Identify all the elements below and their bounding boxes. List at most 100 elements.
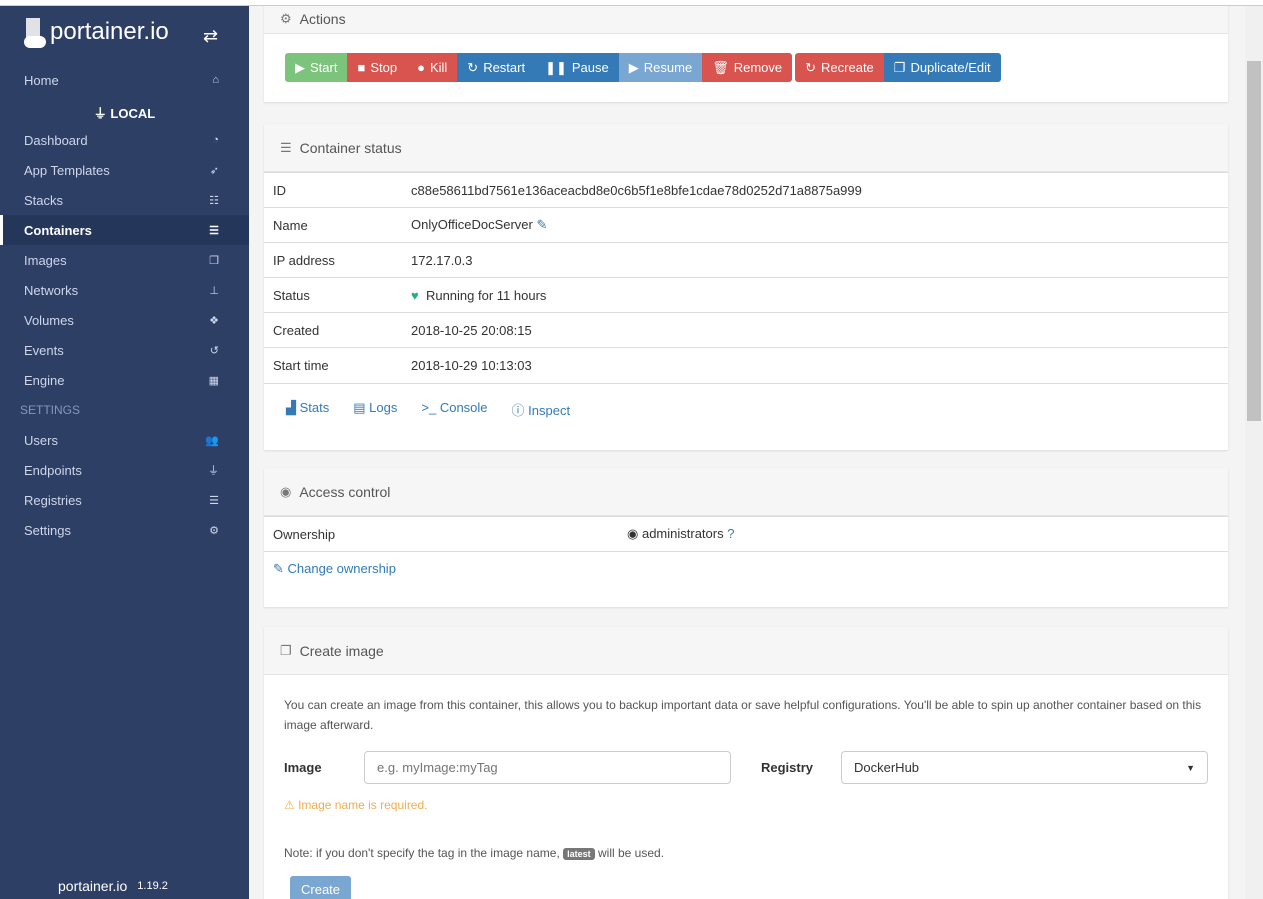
clone-icon: ❐ <box>209 254 219 267</box>
version: 1.19.2 <box>137 880 168 892</box>
edit-name-icon[interactable]: ✎ <box>536 217 547 232</box>
sidebar-item-home[interactable]: Home ⌂ <box>0 65 249 95</box>
key: Created <box>264 312 402 348</box>
kill-button[interactable]: ● Kill <box>407 53 458 82</box>
info-circle-icon: ⓘ <box>511 402 525 418</box>
label: Home <box>24 72 59 88</box>
sidebar-item-containers[interactable]: Containers ☰ <box>0 215 249 245</box>
registry-select[interactable]: DockerHub ▼ <box>841 751 1208 784</box>
start-button[interactable]: ▶ Start <box>285 53 348 82</box>
label: Endpoints <box>24 462 82 478</box>
label: Networks <box>24 282 79 298</box>
label: Inspect <box>528 402 571 418</box>
panel-header: ❐ Create image <box>264 627 1228 675</box>
resume-button[interactable]: ▶ Resume <box>618 53 703 82</box>
value: OnlyOfficeDocServer ✎ <box>402 207 1228 243</box>
database-icon: ☰ <box>209 494 219 507</box>
scrollbar[interactable] <box>1245 6 1263 899</box>
logo-icon <box>24 14 46 50</box>
cubes-icon: ❖ <box>209 314 219 327</box>
note: Note: if you don't specify the tag in th… <box>284 846 1208 860</box>
inspect-link[interactable]: ⓘ Inspect <box>512 400 571 419</box>
note-text: will be used. <box>598 846 665 860</box>
restart-button[interactable]: ↻ Restart <box>457 53 536 82</box>
heartbeat-icon: ♥ <box>411 287 419 303</box>
table-row: ID c88e58611bd7561e136aceacbd8e0c6b5f1e8b… <box>264 172 1228 208</box>
cogs-icon: ⚙ <box>280 11 292 26</box>
image-input[interactable] <box>364 751 731 784</box>
cogs-icon: ⚙ <box>209 524 219 537</box>
create-button[interactable]: Create <box>290 876 352 899</box>
remove-button[interactable]: 🗑 Remove <box>702 53 793 82</box>
sidebar-item-stacks[interactable]: Stacks ☷ <box>0 185 249 215</box>
table-row: Start time 2018-10-29 10:13:03 <box>264 347 1228 383</box>
rocket-icon: ➶ <box>209 164 219 177</box>
actions-panel: ⚙ Actions ▶ Start ■ Stop ● Kill ↻ Restart… <box>264 6 1228 102</box>
value: 2018-10-25 20:08:15 <box>402 312 1228 348</box>
label: Duplicate/Edit <box>910 60 991 75</box>
sidebar-item-endpoints[interactable]: Endpoints ⏚ <box>0 455 249 485</box>
sidebar-item-networks[interactable]: Networks ⊥ <box>0 275 249 305</box>
panel-title: Actions <box>299 11 346 27</box>
panel-header: ☰ Container status <box>264 124 1228 172</box>
label: App Templates <box>24 162 110 178</box>
container-name: OnlyOfficeDocServer <box>411 217 533 232</box>
endpoint-label: LOCAL <box>110 106 156 121</box>
recreate-button[interactable]: ↻ Recreate <box>795 53 884 82</box>
table-row: IP address 172.17.0.3 <box>264 242 1228 278</box>
stats-link[interactable]: ▟ Stats <box>286 400 329 419</box>
help-icon[interactable]: ? <box>727 526 734 541</box>
switch-endpoint-icon[interactable]: ⇄ <box>203 26 218 47</box>
pause-button[interactable]: ❚❚ Pause <box>535 53 619 82</box>
change-ownership-link[interactable]: ✎ Change ownership <box>273 561 396 576</box>
sidebar-item-dashboard[interactable]: Dashboard ◔ <box>0 125 249 155</box>
sidebar-item-users[interactable]: Users 👥 <box>0 425 249 455</box>
users-icon: 👥 <box>205 434 219 447</box>
sidebar-item-settings[interactable]: Settings ⚙ <box>0 515 249 545</box>
label: Restart <box>483 60 526 75</box>
sidebar-item-events[interactable]: Events ↺ <box>0 335 249 365</box>
ownership-value: administrators <box>641 526 724 541</box>
label: Console <box>439 399 488 415</box>
status-text: Running for 11 hours <box>425 287 547 303</box>
caret-down-icon: ▼ <box>1186 762 1195 773</box>
label: Change ownership <box>287 561 396 577</box>
terminal-icon: >_ <box>421 399 437 415</box>
sitemap-icon: ⊥ <box>209 284 219 297</box>
history-icon: ↺ <box>209 344 219 357</box>
label: Stop <box>370 60 398 75</box>
table-row: Ownership ◉ administrators ? <box>264 516 1228 552</box>
th-icon: ▦ <box>208 374 219 387</box>
eye-icon: ◉ <box>280 483 292 499</box>
scrollbar-thumb[interactable] <box>1247 61 1261 421</box>
label: Volumes <box>24 312 74 328</box>
label: Kill <box>429 60 448 75</box>
sidebar-item-images[interactable]: Images ❐ <box>0 245 249 275</box>
panel-title: Container status <box>299 139 402 156</box>
key: ID <box>264 172 402 208</box>
container-status-panel: ☰ Container status ID c88e58611bd7561e136a… <box>264 124 1228 450</box>
label: Events <box>24 342 64 358</box>
console-link[interactable]: >_ Console <box>421 400 487 419</box>
sidebar: portainer.io ⇄ Home ⌂ ⏚ LOCAL Dashboard ◔ … <box>0 6 249 899</box>
sidebar-item-app-templates[interactable]: App Templates ➶ <box>0 155 249 185</box>
latest-badge: latest <box>563 848 595 860</box>
table-row: Status ♥ Running for 11 hours <box>264 277 1228 313</box>
label: Dashboard <box>24 132 88 148</box>
endpoint-name: ⏚ LOCAL <box>93 106 156 121</box>
duplicate-edit-button[interactable]: ❐ Duplicate/Edit <box>883 53 1001 82</box>
value: c88e58611bd7561e136aceacbd8e0c6b5f1e8bfe… <box>402 172 1228 208</box>
portainer-logo[interactable]: portainer.io <box>24 14 169 50</box>
sidebar-item-registries[interactable]: Registries ☰ <box>0 485 249 515</box>
eye-icon: ◉ <box>627 526 639 541</box>
stop-button[interactable]: ■ Stop <box>347 53 408 82</box>
create-image-panel: ❐ Create image You can create an image fr… <box>264 627 1228 899</box>
sidebar-item-engine[interactable]: Engine ▦ <box>0 365 249 395</box>
label: Settings <box>24 522 71 538</box>
label: Logs <box>369 399 398 415</box>
th-list-icon: ☷ <box>209 194 219 207</box>
status-table: ID c88e58611bd7561e136aceacbd8e0c6b5f1e8b… <box>264 172 1228 383</box>
sidebar-item-volumes[interactable]: Volumes ❖ <box>0 305 249 335</box>
label: Resume <box>643 60 693 75</box>
logs-link[interactable]: ▤ Logs <box>353 400 397 419</box>
